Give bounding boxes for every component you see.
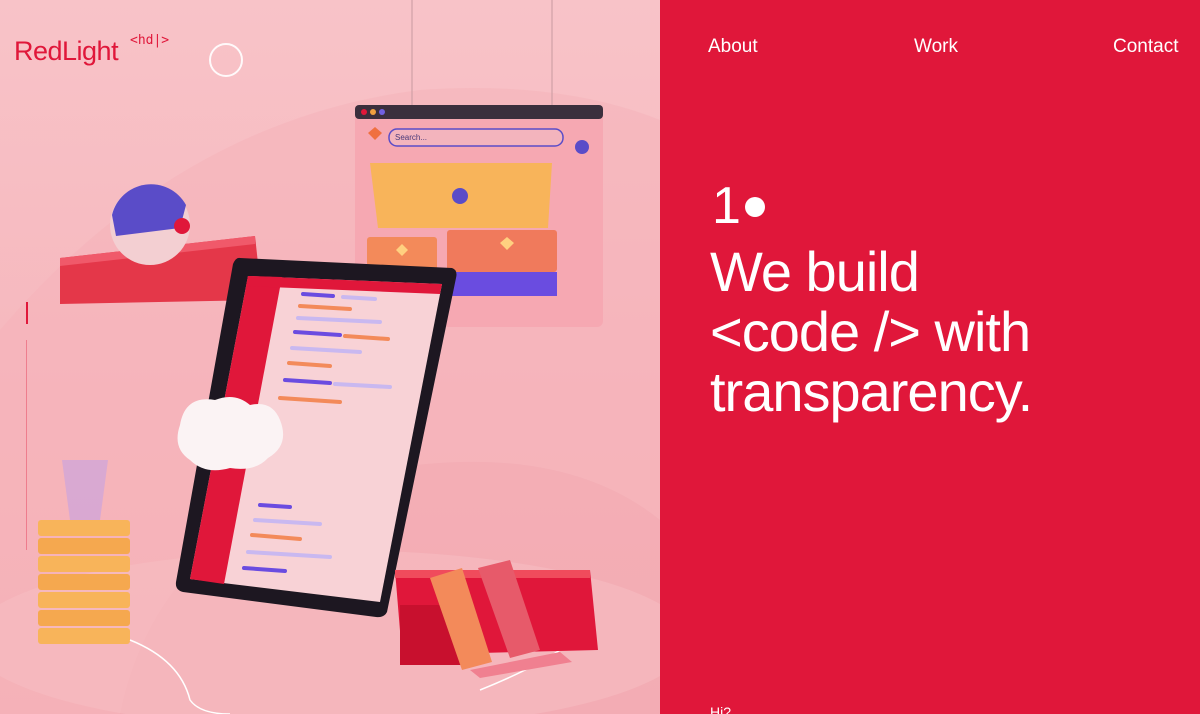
nav-work-link[interactable]: Work bbox=[914, 36, 958, 58]
3d-scene-illustration: Search... bbox=[0, 0, 660, 714]
hero-number: 1 bbox=[712, 177, 741, 235]
nav-contact-link[interactable]: Contact bbox=[1113, 36, 1178, 58]
cursor-ring-icon bbox=[209, 43, 243, 77]
footer-fragment-text: Hi? bbox=[710, 704, 732, 714]
nav-about-link[interactable]: About bbox=[708, 36, 758, 58]
side-indicator-line bbox=[26, 302, 28, 324]
brand-logo[interactable]: RedLight bbox=[14, 36, 119, 67]
hero-dot-icon bbox=[745, 197, 765, 217]
brand-tag: <hd|> bbox=[130, 33, 170, 48]
hero-headline-line-3: transparency. bbox=[710, 360, 1033, 423]
hero-headline-line-2: <code /> with bbox=[710, 300, 1031, 363]
search-placeholder-text: Search... bbox=[395, 133, 427, 142]
hero-illustration-panel: Search... bbox=[0, 0, 660, 714]
hero-headline-line-1: We build bbox=[710, 240, 920, 303]
side-indicator-track bbox=[26, 340, 27, 550]
